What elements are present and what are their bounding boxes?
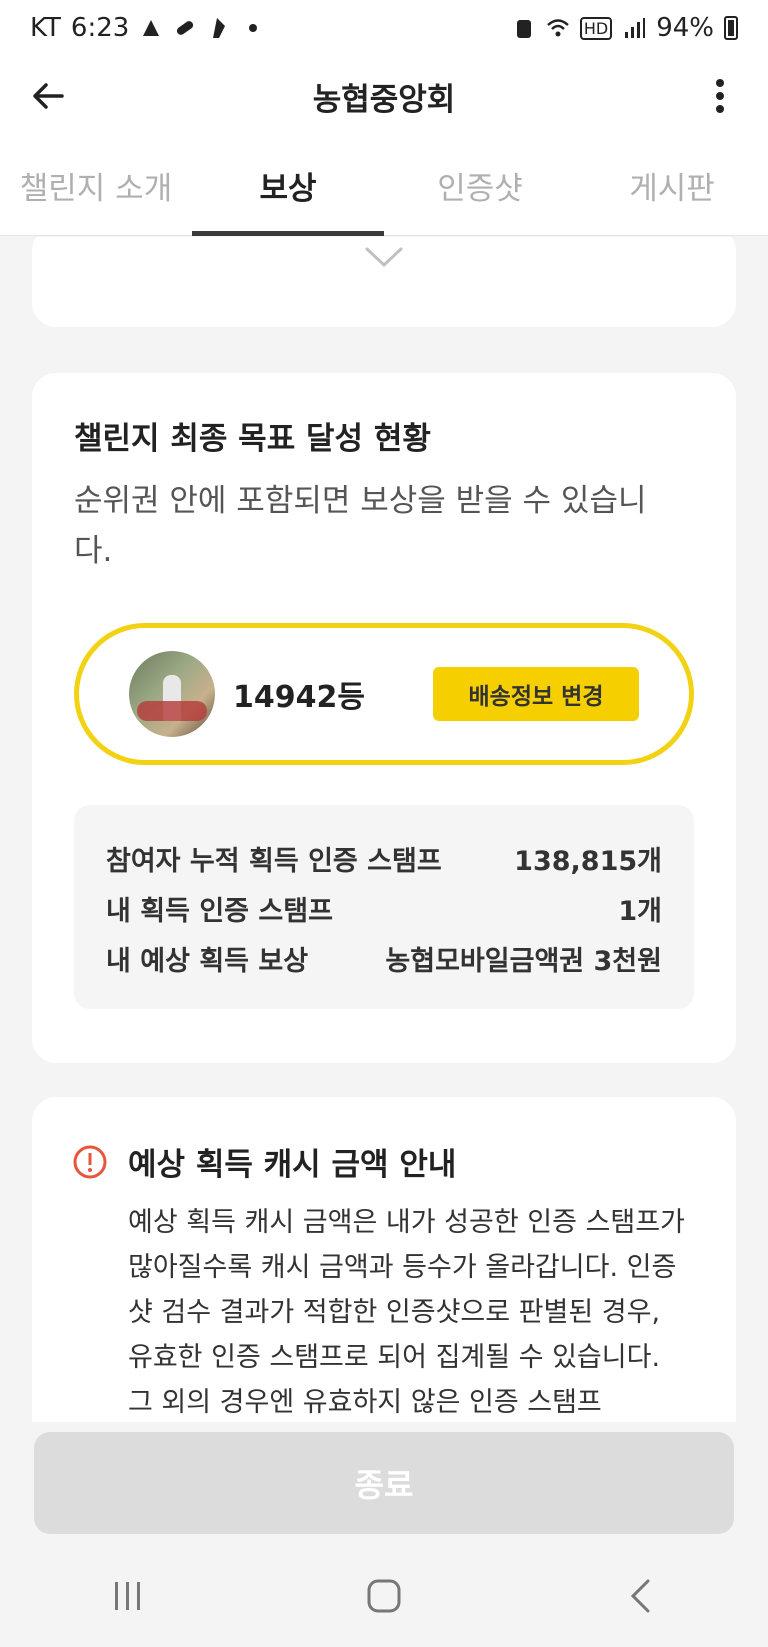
- goal-status-subtitle: 순위권 안에 포함되면 보상을 받을 수 있습니다.: [74, 483, 647, 569]
- stat-row: 내 예상 획득 보상 농협모바일금액권 3천원: [106, 933, 662, 983]
- back-button[interactable]: [22, 70, 74, 122]
- stat-value: 1개: [618, 895, 662, 927]
- tab-reward[interactable]: 보상: [192, 136, 384, 236]
- system-nav-bar: [0, 1544, 768, 1647]
- avatar: [129, 651, 215, 737]
- recycle-icon: [516, 20, 531, 38]
- stat-label: 참여자 누적 획득 인증 스탬프: [106, 845, 442, 877]
- tab-board[interactable]: 게시판: [576, 136, 768, 235]
- my-rank-box: 14942등 배송정보 변경: [74, 623, 694, 765]
- notification-icon-2: [213, 18, 226, 38]
- cash-info-header: 예상 획득 캐시 금액 안내: [72, 1139, 696, 1184]
- stat-label: 내 획득 인증 스탬프: [106, 895, 333, 927]
- collapsed-card: [32, 237, 736, 327]
- stats-box: 참여자 누적 획득 인증 스탬프 138,815개 내 획득 인증 스탬프 1개…: [74, 805, 694, 1009]
- page-title: 농협중앙회: [312, 81, 456, 118]
- stat-row: 참여자 누적 획득 인증 스탬프 138,815개: [106, 833, 662, 883]
- chevron-down-icon: [365, 247, 403, 268]
- stat-value: 농협모바일금액권 3천원: [385, 945, 662, 977]
- time-text: 6:23: [70, 13, 130, 43]
- back-nav-button[interactable]: [600, 1566, 680, 1626]
- stat-row: 내 획득 인증 스탬프 1개: [106, 883, 662, 933]
- stat-label: 내 예상 획득 보상: [106, 945, 309, 977]
- battery-icon: [724, 16, 738, 40]
- chevron-left-icon: [630, 1579, 650, 1612]
- wifi-icon: [547, 19, 569, 37]
- recent-apps-icon: [115, 1581, 140, 1610]
- arrow-left-icon: [33, 83, 64, 109]
- signal-icon: [625, 18, 646, 38]
- pill-icon: [177, 21, 194, 35]
- carrier-text: KT: [30, 13, 61, 43]
- change-shipping-button[interactable]: 배송정보 변경: [433, 667, 639, 721]
- app-bar: 농협중앙회: [0, 56, 768, 136]
- stat-value: 138,815개: [514, 845, 662, 877]
- home-button[interactable]: [344, 1566, 424, 1626]
- tab-bar: 챌린지 소개 보상 인증샷 게시판: [0, 136, 768, 236]
- more-vertical-icon: [716, 79, 724, 113]
- recent-apps-button[interactable]: [88, 1566, 168, 1626]
- more-options-button[interactable]: [694, 70, 746, 122]
- tab-proof-shot[interactable]: 인증샷: [384, 136, 576, 235]
- hd-badge: HD: [579, 16, 613, 40]
- footer: 종료: [0, 1422, 768, 1544]
- rank-value: 14942등: [233, 680, 365, 715]
- tab-challenge-intro[interactable]: 챌린지 소개: [0, 136, 192, 235]
- alert-circle-icon: [73, 1145, 107, 1178]
- cash-info-card: 예상 획득 캐시 금액 안내 예상 획득 캐시 금액은 내가 성공한 인증 스탬…: [32, 1097, 736, 1422]
- content-scroll[interactable]: 챌린지 최종 목표 달성 현황 순위권 안에 포함되면 보상을 받을 수 있습니…: [0, 237, 768, 1422]
- cash-info-body: 예상 획득 캐시 금액은 내가 성공한 인증 스탬프가 많아질수록 캐시 금액과…: [128, 1207, 685, 1418]
- expand-button[interactable]: [364, 245, 404, 273]
- more-notifications-dot: [249, 24, 258, 32]
- goal-status-title: 챌린지 최종 목표 달성 현황: [74, 421, 431, 457]
- battery-percent: 94%: [656, 13, 714, 43]
- end-button[interactable]: 종료: [34, 1432, 734, 1534]
- status-bar: KT 6:23 HD 94%: [0, 0, 768, 56]
- goal-status-card: 챌린지 최종 목표 달성 현황 순위권 안에 포함되면 보상을 받을 수 있습니…: [32, 373, 736, 1063]
- cash-info-title: 예상 획득 캐시 금액 안내: [128, 1147, 457, 1183]
- home-icon: [367, 1579, 401, 1612]
- notification-icon: [143, 20, 160, 36]
